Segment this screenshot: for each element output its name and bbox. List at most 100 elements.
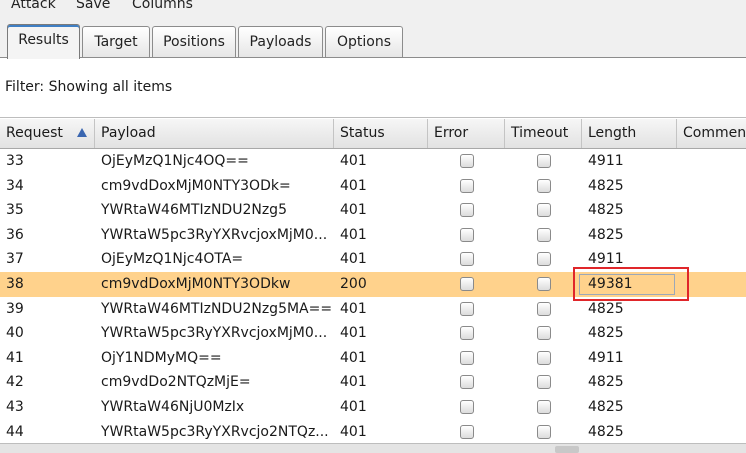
error-checkbox[interactable] — [460, 277, 474, 291]
cell-comment — [677, 149, 746, 174]
cell-status: 401 — [340, 349, 367, 366]
error-checkbox[interactable] — [460, 252, 474, 267]
menu-columns[interactable]: Columns — [132, 0, 193, 12]
menu-bar: Attack Save Columns — [0, 0, 746, 14]
column-header-request[interactable]: Request — [0, 119, 95, 148]
cell-request: 43 — [6, 399, 24, 415]
table-row[interactable]: 44 YWRtaW5pc3RyYXRvcjo2NTQz... 401 4825 — [0, 419, 746, 443]
cell-payload: YWRtaW5pc3RyYXRvcjo2NTQz... — [101, 423, 329, 440]
column-header-request-label: Request — [6, 125, 63, 141]
column-header-timeout[interactable]: Timeout — [505, 119, 582, 148]
menu-attack[interactable]: Attack — [11, 0, 56, 12]
table-row[interactable]: 42 cm9vdDo2NTQzMjE= 401 4825 — [0, 370, 746, 395]
error-checkbox[interactable] — [460, 227, 474, 242]
timeout-checkbox[interactable] — [537, 424, 551, 439]
error-checkbox[interactable] — [460, 375, 474, 390]
timeout-checkbox[interactable] — [537, 154, 551, 168]
cell-request: 35 — [6, 202, 24, 219]
cell-status: 401 — [340, 177, 367, 194]
error-checkbox[interactable] — [460, 326, 474, 341]
timeout-checkbox[interactable] — [537, 178, 551, 193]
cell-status: 401 — [340, 226, 367, 243]
column-header-error[interactable]: Error — [428, 119, 505, 148]
error-checkbox[interactable] — [460, 301, 474, 316]
cell-length: 4825 — [588, 423, 624, 440]
cell-status: 200 — [340, 276, 367, 292]
cell-payload: OjEyMzQ1Njc4OQ== — [101, 153, 249, 169]
cell-payload: YWRtaW5pc3RyYXRvcjoxMjM0... — [101, 325, 328, 342]
cell-request: 39 — [6, 300, 24, 317]
table-row[interactable]: 43 YWRtaW46NjU0MzIx 401 4825 — [0, 395, 746, 420]
cell-status: 401 — [340, 423, 367, 440]
cell-request: 36 — [6, 226, 24, 243]
timeout-checkbox[interactable] — [537, 227, 551, 242]
cell-payload: cm9vdDoxMjM0NTY3ODk= — [101, 177, 291, 194]
cell-comment — [677, 321, 746, 346]
error-checkbox[interactable] — [460, 203, 474, 218]
table-row[interactable]: 41 OjY1NDMyMQ== 401 4911 — [0, 345, 746, 371]
column-header-comment[interactable]: Comment — [677, 119, 746, 148]
tab-strip: Results Target Positions Payloads Option… — [0, 20, 746, 59]
cell-comment — [677, 370, 746, 395]
table-row[interactable]: 40 YWRtaW5pc3RyYXRvcjoxMjM0... 401 4825 — [0, 321, 746, 346]
cell-length: 4825 — [588, 177, 624, 194]
tab-options[interactable]: Options — [325, 26, 403, 57]
cell-request: 40 — [6, 325, 24, 342]
cell-status: 401 — [340, 153, 367, 169]
cell-request: 34 — [6, 177, 24, 194]
cell-length: 4825 — [588, 399, 624, 415]
cell-status: 401 — [340, 251, 367, 268]
error-checkbox[interactable] — [460, 424, 474, 439]
cell-length: 4825 — [588, 325, 624, 342]
tab-target[interactable]: Target — [82, 26, 150, 57]
cell-payload: OjEyMzQ1Njc4OTA= — [101, 251, 244, 268]
cell-status: 401 — [340, 374, 367, 391]
error-checkbox[interactable] — [460, 154, 474, 168]
filter-bar[interactable]: Filter: Showing all items — [0, 58, 746, 118]
cell-request: 42 — [6, 374, 24, 391]
filter-label: Filter: Showing all items — [5, 79, 173, 95]
cell-payload: cm9vdDoxMjM0NTY3ODkw — [101, 276, 291, 292]
length-highlight-box — [573, 267, 689, 301]
sort-ascending-icon — [77, 128, 87, 137]
cell-comment — [677, 198, 746, 223]
cell-payload: OjY1NDMyMQ== — [101, 349, 222, 366]
column-header-payload[interactable]: Payload — [95, 119, 334, 148]
tab-positions[interactable]: Positions — [152, 26, 236, 57]
cell-payload: YWRtaW5pc3RyYXRvcjoxMjM0... — [101, 226, 328, 243]
cell-request: 37 — [6, 251, 24, 268]
cell-status: 401 — [340, 300, 367, 317]
table-row[interactable]: 33 OjEyMzQ1Njc4OQ== 401 4911 — [0, 149, 746, 174]
cell-payload: YWRtaW46NjU0MzIx — [101, 399, 245, 415]
error-checkbox[interactable] — [460, 400, 474, 414]
cell-length: 4825 — [588, 374, 624, 391]
cell-status: 401 — [340, 399, 367, 415]
column-header-status[interactable]: Status — [334, 119, 428, 148]
error-checkbox[interactable] — [460, 350, 474, 365]
table-row[interactable]: 34 cm9vdDoxMjM0NTY3ODk= 401 4825 — [0, 173, 746, 199]
cell-length: 4825 — [588, 226, 624, 243]
timeout-checkbox[interactable] — [537, 252, 551, 267]
timeout-checkbox[interactable] — [537, 277, 551, 291]
cell-comment — [677, 346, 746, 371]
timeout-checkbox[interactable] — [537, 350, 551, 365]
timeout-checkbox[interactable] — [537, 203, 551, 218]
menu-save[interactable]: Save — [76, 0, 110, 12]
timeout-checkbox[interactable] — [537, 326, 551, 341]
cell-request: 33 — [6, 153, 24, 169]
timeout-checkbox[interactable] — [537, 375, 551, 390]
cell-length: 4825 — [588, 202, 624, 219]
cell-status: 401 — [340, 202, 367, 219]
timeout-checkbox[interactable] — [537, 301, 551, 316]
tab-results[interactable]: Results — [7, 24, 80, 59]
table-row[interactable]: 36 YWRtaW5pc3RyYXRvcjoxMjM0... 401 4825 — [0, 222, 746, 248]
cell-request: 41 — [6, 349, 24, 366]
cell-payload: YWRtaW46MTIzNDU2Nzg5MA== — [101, 300, 333, 317]
table-row[interactable]: 35 YWRtaW46MTIzNDU2Nzg5 401 4825 — [0, 198, 746, 223]
cell-payload: YWRtaW46MTIzNDU2Nzg5 — [101, 202, 287, 219]
tab-payloads[interactable]: Payloads — [238, 26, 323, 57]
column-header-length[interactable]: Length — [582, 119, 677, 148]
error-checkbox[interactable] — [460, 178, 474, 193]
timeout-checkbox[interactable] — [537, 400, 551, 414]
results-table-header: Request Payload Status Error Timeout Len… — [0, 119, 746, 149]
